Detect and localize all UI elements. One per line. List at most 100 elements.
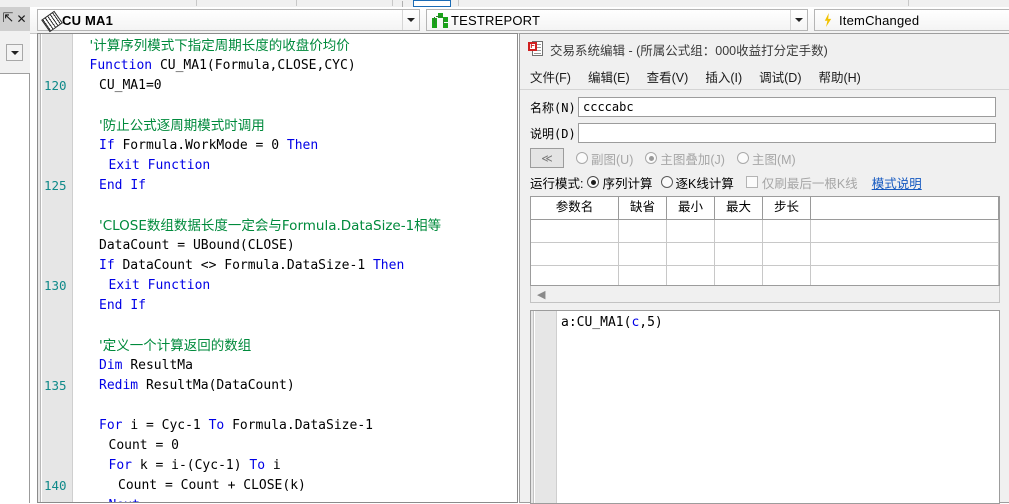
editor-code-line: '定义一个计算返回的数组 (99, 338, 252, 354)
table-cell[interactable] (667, 220, 715, 242)
editor-code-line: Count = Count + CLOSE(k) (118, 478, 306, 493)
mode-help-link[interactable]: 模式说明 (872, 173, 922, 192)
editor-code-line: End If (99, 298, 146, 313)
table-cell[interactable] (619, 266, 667, 285)
menu-help[interactable]: 帮助(H) (818, 67, 860, 86)
table-cell[interactable] (715, 220, 763, 242)
radio-per-bar-calc[interactable]: 逐K线计算 (660, 173, 734, 192)
editor-code-line: Count = 0 (108, 438, 179, 453)
table-cell[interactable] (763, 220, 811, 242)
object-combo-value: CU MA1 (62, 12, 114, 28)
table-header-cell: 最小 (667, 197, 715, 219)
editor-code-line: CU_MA1=0 (99, 78, 162, 93)
table-row[interactable] (531, 220, 999, 243)
chevron-down-icon[interactable] (6, 44, 23, 61)
dialog-divider (520, 89, 1009, 90)
name-field-row: 名称(N): ccccabc (520, 96, 1009, 118)
chevron-down-icon[interactable] (402, 10, 419, 30)
refresh-last-bar-checkbox[interactable]: 仅刷最后一根K线 (745, 173, 858, 192)
parameter-table[interactable]: 参数名 缺省 最小 最大 步长 (530, 196, 1000, 286)
table-header-cell: 缺省 (619, 197, 667, 219)
table-header-cell: 参数名 (531, 197, 619, 219)
checkbox-label: 仅刷最后一根K线 (761, 176, 858, 191)
table-cell[interactable] (715, 243, 763, 265)
pin-icon[interactable]: ⇱ (2, 12, 14, 26)
table-cell[interactable] (531, 266, 619, 285)
table-cell[interactable] (811, 243, 999, 265)
chevron-left-icon[interactable]: ◀ (537, 288, 545, 301)
desc-field-row: 说明(D): (520, 122, 1009, 144)
toolbar-separator (392, 0, 393, 6)
close-icon[interactable]: ✕ (15, 12, 28, 26)
name-input[interactable]: ccccabc (578, 97, 996, 117)
radio-dot (645, 152, 658, 164)
radio-main-chart[interactable]: 主图(M) (736, 149, 796, 168)
formula-code-text: a:CU_MA1(c,5) (561, 315, 663, 330)
editor-code-line: For i = Cyc-1 To Formula.DataSize-1 (99, 418, 373, 433)
editor-line-number: 125 (44, 178, 67, 193)
editor-code-line: '计算序列模式下指定周期长度的收盘价均价 (89, 38, 350, 54)
menu-insert[interactable]: 插入(I) (705, 67, 742, 86)
radio-label: 序列计算 (602, 176, 653, 191)
radio-label: 逐K线计算 (675, 176, 734, 191)
formula-code-pane[interactable]: a:CU_MA1(c,5) (530, 310, 1000, 504)
editor-code-line: If Formula.WorkMode = 0 Then (99, 138, 319, 153)
table-cell[interactable] (667, 266, 715, 285)
radio-sequence-calc[interactable]: 序列计算 (587, 173, 653, 192)
toolbar-separator (196, 0, 197, 6)
collapse-button[interactable]: ≪ (530, 148, 564, 168)
menu-file[interactable]: 文件(F) (530, 67, 571, 86)
table-cell[interactable] (619, 243, 667, 265)
toolbar-separator (296, 0, 297, 6)
formula-document-icon: F (528, 41, 544, 57)
lightning-icon (819, 12, 839, 28)
editor-line-number: 120 (44, 78, 67, 93)
editor-code-line: 'CLOSE数组数据长度一定会与Formula.DataSize-1相等 (99, 218, 442, 234)
radio-label: 主图叠加(J) (660, 152, 725, 167)
toolbar-active-button[interactable] (413, 0, 451, 7)
menu-view[interactable]: 查看(V) (647, 67, 689, 86)
table-cell[interactable] (811, 220, 999, 242)
table-cell[interactable] (811, 266, 999, 285)
dialog-menubar: 文件(F) 编辑(E) 查看(V) 插入(I) 调试(D) 帮助(H) (520, 64, 1009, 88)
table-header-cell (811, 197, 999, 219)
module-combo-value: TESTREPORT (451, 12, 541, 28)
event-combo[interactable]: ItemChanged (814, 9, 1009, 31)
table-header-cell: 步长 (763, 197, 811, 219)
editor-code-line: End If (99, 178, 146, 193)
code-editor[interactable]: 120125130135140145 '计算序列模式下指定周期长度的收盘价均价F… (37, 33, 518, 503)
table-cell[interactable] (531, 243, 619, 265)
table-body[interactable] (531, 220, 999, 285)
editor-code-line: For k = i-(Cyc-1) To i (108, 458, 281, 473)
run-mode-label: 运行模式: (530, 176, 584, 191)
event-combo-value: ItemChanged (839, 12, 920, 28)
toolbar-separator (458, 0, 459, 6)
object-combo[interactable]: CU MA1 (37, 9, 420, 33)
parameter-table-hscrollbar[interactable]: ◀ (530, 286, 1000, 303)
table-cell[interactable] (531, 220, 619, 242)
table-cell[interactable] (667, 243, 715, 265)
radio-main-overlay[interactable]: 主图叠加(J) (645, 149, 725, 168)
editor-indicator-margin (38, 34, 41, 502)
table-cell[interactable] (619, 220, 667, 242)
left-panel-content (0, 73, 30, 503)
editor-code-line: Redim ResultMa(DataCount) (99, 378, 295, 393)
desc-input[interactable] (578, 123, 996, 143)
table-row[interactable] (531, 243, 999, 266)
radio-sub-chart[interactable]: 副图(U) (576, 149, 633, 168)
table-cell[interactable] (763, 266, 811, 285)
menu-debug[interactable]: 调试(D) (759, 67, 801, 86)
editor-code-area[interactable]: '计算序列模式下指定周期长度的收盘价均价 Function CU_MA1(Form… (74, 34, 517, 502)
left-panel-body (0, 31, 30, 73)
editor-code-line: DataCount = UBound(CLOSE) (99, 238, 295, 253)
table-cell[interactable] (715, 266, 763, 285)
editor-code-line: Exit Function (108, 278, 211, 293)
editor-code-line: Next (109, 496, 140, 502)
module-combo[interactable]: TESTREPORT (426, 9, 808, 31)
table-row[interactable] (531, 266, 999, 285)
desc-field-label: 说明(D): (530, 126, 583, 141)
menu-edit[interactable]: 编辑(E) (588, 67, 630, 86)
dialog-title: 交易系统编辑 - (所属公式组：000收益打分定手数) (550, 43, 828, 58)
chevron-down-icon[interactable] (790, 10, 807, 30)
table-cell[interactable] (763, 243, 811, 265)
